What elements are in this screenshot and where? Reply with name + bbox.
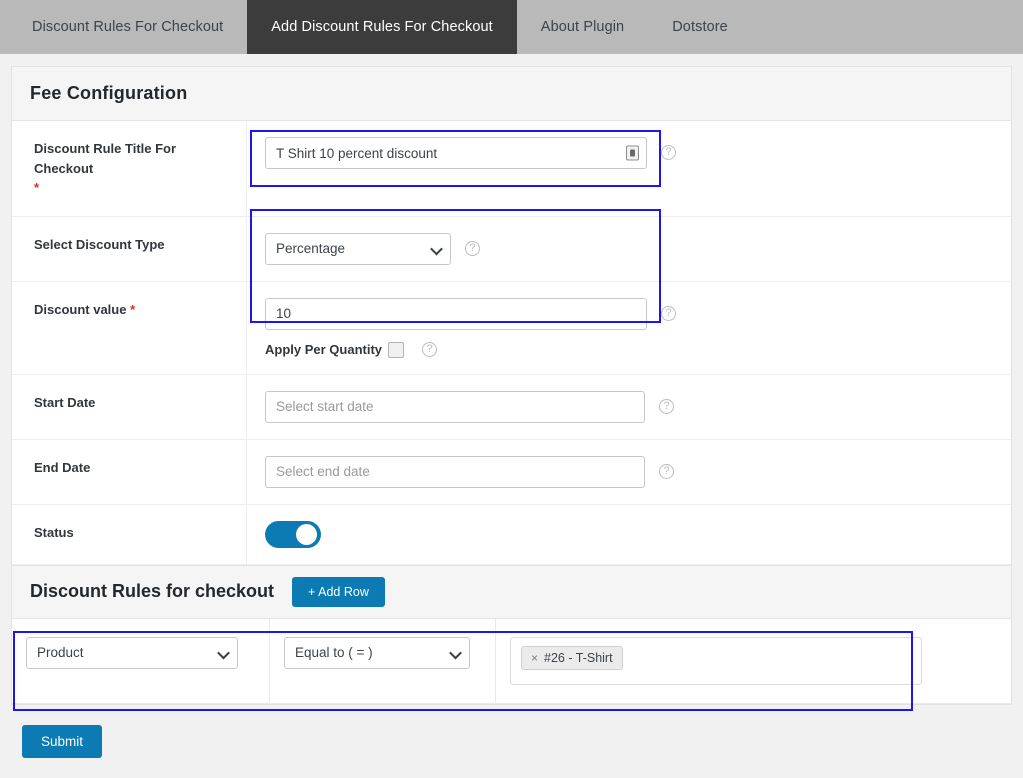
- label-text: Start Date: [34, 394, 96, 410]
- label-text: Discount Rule Title For Checkout: [34, 141, 177, 176]
- tab-add-discount-rules-for-checkout[interactable]: Add Discount Rules For Checkout: [247, 0, 517, 54]
- required-marker: *: [34, 180, 40, 195]
- label-text: End Date: [34, 459, 91, 475]
- form-row-start-date: Start Date ?: [12, 374, 1011, 440]
- tab-label: Dotstore: [672, 19, 728, 35]
- tab-discount-rules-for-checkout[interactable]: Discount Rules For Checkout: [8, 0, 247, 54]
- autofill-icon[interactable]: [626, 145, 639, 161]
- tab-label: Add Discount Rules For Checkout: [271, 19, 493, 35]
- help-icon[interactable]: ?: [659, 463, 674, 479]
- rule-values-cell: × #26 - T-Shirt: [496, 619, 1011, 703]
- rule-field-cell: Product: [12, 618, 270, 703]
- field-rule-title: ?: [247, 121, 1011, 216]
- fee-configuration-panel: Fee Configuration Discount Rule Title Fo…: [11, 66, 1012, 705]
- field-start-date: ?: [247, 375, 1011, 439]
- toggle-knob: [296, 523, 317, 545]
- apply-per-quantity-checkbox[interactable]: [388, 341, 405, 358]
- label-end-date: End Date: [12, 439, 247, 504]
- remove-token-icon[interactable]: ×: [531, 651, 538, 665]
- rule-operator-select-wrapper: Equal to ( = ): [284, 636, 470, 669]
- rule-field-select-wrapper: Product: [26, 636, 238, 669]
- page-content: Fee Configuration Discount Rule Title Fo…: [0, 54, 1023, 778]
- fee-configuration-header: Fee Configuration: [12, 67, 1011, 121]
- help-icon[interactable]: ?: [659, 398, 674, 414]
- status-toggle[interactable]: [265, 520, 321, 548]
- form-row-status: Status: [12, 504, 1011, 565]
- label-discount-value: Discount value *: [12, 281, 247, 374]
- tab-label: Discount Rules For Checkout: [32, 19, 224, 35]
- discount-value-input[interactable]: [265, 297, 647, 330]
- tab-label: About Plugin: [540, 19, 625, 35]
- field-discount-type: Percentage ?: [247, 217, 1011, 281]
- tab-dotstore[interactable]: Dotstore: [648, 0, 752, 54]
- field-end-date: ?: [247, 440, 1011, 504]
- discount-rules-title: Discount Rules for checkout: [30, 581, 275, 601]
- add-row-button[interactable]: + Add Row: [292, 576, 385, 607]
- rule-operator-select[interactable]: Equal to ( = ): [284, 636, 470, 669]
- page-title: Fee Configuration: [30, 83, 188, 103]
- required-marker: *: [130, 301, 136, 317]
- value-token[interactable]: × #26 - T-Shirt: [521, 645, 623, 670]
- form-row-discount-type: Select Discount Type Percentage ?: [12, 216, 1011, 282]
- help-icon[interactable]: ?: [661, 305, 676, 321]
- label-rule-title: Discount Rule Title For Checkout *: [12, 121, 247, 216]
- label-text: Discount value: [34, 301, 127, 317]
- rule-values-token-input[interactable]: × #26 - T-Shirt: [510, 636, 922, 685]
- label-discount-type: Select Discount Type: [12, 216, 247, 281]
- discount-type-select-wrapper: Percentage: [265, 232, 451, 265]
- rule-title-input[interactable]: [265, 137, 647, 169]
- rule-title-input-wrapper: [265, 137, 647, 169]
- rule-field-select[interactable]: Product: [26, 636, 238, 669]
- field-discount-value: ? Apply Per Quantity ?: [247, 282, 1011, 374]
- table-row: Product Equal to ( = ) × #26 - T-Shirt: [12, 618, 1011, 704]
- label-start-date: Start Date: [12, 374, 247, 439]
- label-text: Status: [34, 524, 74, 540]
- discount-rules-header: Discount Rules for checkout + Add Row: [12, 564, 1011, 619]
- form-row-end-date: End Date ?: [12, 439, 1011, 505]
- field-status: [247, 505, 1011, 564]
- discount-type-select[interactable]: Percentage: [265, 232, 451, 265]
- help-icon[interactable]: ?: [661, 145, 676, 160]
- apply-per-quantity-label: Apply Per Quantity: [265, 342, 383, 357]
- submit-button[interactable]: Submit: [22, 724, 103, 758]
- apply-per-quantity-group: Apply Per Quantity ?: [265, 341, 1011, 358]
- rule-operator-cell: Equal to ( = ): [270, 618, 496, 703]
- form-footer: Submit: [11, 705, 1012, 758]
- label-text: Select Discount Type: [34, 236, 165, 252]
- discount-rules-table: Product Equal to ( = ) × #26 - T-Shirt: [12, 618, 1011, 704]
- form-row-rule-title: Discount Rule Title For Checkout * ?: [12, 121, 1011, 217]
- start-date-input[interactable]: [265, 390, 645, 423]
- end-date-input[interactable]: [265, 455, 645, 488]
- help-icon[interactable]: ?: [422, 342, 438, 357]
- help-icon[interactable]: ?: [465, 240, 480, 256]
- form-row-discount-value: Discount value * ? Apply Per Quantity ?: [12, 281, 1011, 375]
- token-label: #26 - T-Shirt: [544, 650, 613, 665]
- tab-about-plugin[interactable]: About Plugin: [517, 0, 648, 54]
- plugin-tab-bar: Discount Rules For Checkout Add Discount…: [0, 0, 1023, 54]
- label-status: Status: [12, 504, 247, 564]
